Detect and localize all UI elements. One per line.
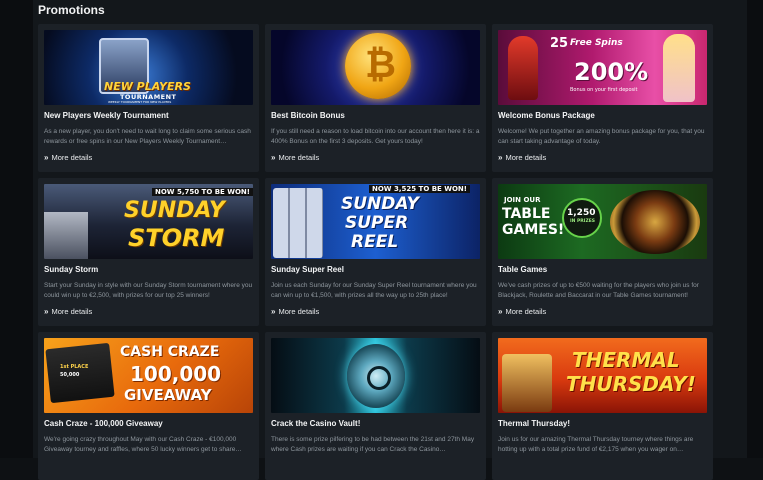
promotion-banner-sunday-storm[interactable]: NOW 5,750 TO BE WON! SUNDAY STORM [44,184,253,259]
devil-character-graphic [508,36,538,100]
banner-bonus-caption: Bonus on your first deposit [570,87,638,93]
promotion-description: We've cash prizes of up to €500 waiting … [498,282,699,299]
banner-subtitle: STORM [128,224,225,252]
angel-character-graphic [663,34,695,102]
promotion-description: Start your Sunday in style with our Sund… [44,282,253,299]
more-details-link[interactable]: » More details [44,153,92,162]
promotion-description: If you still need a reason to load bitco… [271,128,480,145]
slot-reels-graphic [273,188,323,258]
banner-prize-label: IN PRIZES [570,219,596,224]
promotion-banner-sunday-super-reel[interactable]: NOW 3,525 TO BE WON! SUNDAY SUPER REEL [271,184,480,259]
banner-subtitle: GIVEAWAY [124,386,212,404]
double-chevron-right-icon: » [271,153,276,162]
promotion-description: Join us each Sunday for our Sunday Super… [271,282,477,299]
slot-machine-graphic [502,354,552,412]
banner-prize-amount: 1,250 [567,208,596,218]
promotion-banner-table-games[interactable]: JOIN OUR TABLE GAMES! 1,250 IN PRIZES [498,184,707,259]
promotion-description: There is some prize pilfering to be had … [271,436,475,453]
banner-spins-count: 25 [550,36,569,51]
promotion-card-sunday-super-reel[interactable]: NOW 3,525 TO BE WON! SUNDAY SUPER REEL S… [265,178,486,326]
double-chevron-right-icon: » [498,153,503,162]
promotion-card-new-players[interactable]: NEW PLAYERS TOURNAMENT WEEKLY TOURNAMENT… [38,24,259,172]
vault-dial-icon [367,366,391,390]
promotion-description: Welcome! We put together an amazing bonu… [498,128,705,145]
promotion-description: Join us for our amazing Thermal Thursday… [498,436,694,453]
scrollbar-track[interactable] [747,0,763,458]
banner-bonus-percent: 200% [574,58,649,86]
slot-machine-graphic [44,212,88,259]
promotion-card-welcome-bonus[interactable]: 25 Free Spins 200% Bonus on your first d… [492,24,713,172]
banner-subtitle: GAMES! [502,222,565,238]
promotion-description: As a new player, you don't need to wait … [44,128,251,145]
banner-first-place-label: 1st PLACE [60,364,89,370]
promotion-title: Sunday Super Reel [271,265,344,274]
left-margin [0,0,33,458]
banner-prize-pool: NOW 3,525 TO BE WON! [369,185,470,193]
promotion-card-bitcoin[interactable]: ₿ Best Bitcoin Bonus If you still need a… [265,24,486,172]
promotion-title: Best Bitcoin Bonus [271,111,345,120]
promotion-banner-cash-craze[interactable]: 1st PLACE 50,000 CASH CRAZE 100,000 GIVE… [44,338,253,413]
banner-amount: 100,000 [130,362,222,386]
tablet-graphic [45,342,115,404]
promotion-banner-bitcoin[interactable]: ₿ [271,30,480,105]
promotion-banner-welcome-bonus[interactable]: 25 Free Spins 200% Bonus on your first d… [498,30,707,105]
promotion-banner-casino-vault[interactable] [271,338,480,413]
more-details-link[interactable]: » More details [498,153,546,162]
promotion-title: New Players Weekly Tournament [44,111,169,120]
banner-subtitle: SUPER [345,213,409,233]
banner-tagline: WEEKLY TOURNAMENT FOR NEW PLAYERS [108,100,172,104]
page-title: Promotions [38,3,105,17]
prize-badge [562,198,602,238]
promotion-card-table-games[interactable]: JOIN OUR TABLE GAMES! 1,250 IN PRIZES Ta… [492,178,713,326]
banner-headline: THERMAL [572,348,680,372]
promotion-banner-thermal-thursday[interactable]: THERMAL THURSDAY! [498,338,707,413]
promotion-card-sunday-storm[interactable]: NOW 5,750 TO BE WON! SUNDAY STORM Sunday… [38,178,259,326]
promotion-banner-new-players[interactable]: NEW PLAYERS TOURNAMENT WEEKLY TOURNAMENT… [44,30,253,105]
double-chevron-right-icon: » [44,307,49,316]
more-details-link[interactable]: » More details [44,307,92,316]
banner-headline: TABLE [502,206,551,222]
promotion-title: Thermal Thursday! [498,419,571,428]
banner-first-place-amount: 50,000 [60,372,80,378]
banner-prize-pool: NOW 5,750 TO BE WON! [152,188,253,196]
banner-spins-label: Free Spins [570,38,623,48]
banner-intro: JOIN OUR [504,196,541,204]
double-chevron-right-icon: » [498,307,503,316]
roulette-wheel-graphic [610,190,700,254]
banner-subtitle-2: REEL [351,232,399,252]
double-chevron-right-icon: » [271,307,276,316]
more-details-link[interactable]: » More details [498,307,546,316]
banner-headline: SUNDAY [124,198,225,223]
bitcoin-icon: ₿ [365,42,396,86]
banner-headline: CASH CRAZE [120,344,220,360]
banner-headline: SUNDAY [341,194,419,214]
promotion-title: Crack the Casino Vault! [271,419,361,428]
double-chevron-right-icon: » [44,153,49,162]
promotion-title: Cash Craze - 100,000 Giveaway [44,419,163,428]
more-details-link[interactable]: » More details [271,307,319,316]
banner-subtitle: THURSDAY! [566,372,696,396]
banner-headline: NEW PLAYERS [104,80,191,93]
promotion-description: We're going crazy throughout May with ou… [44,436,242,453]
more-details-link[interactable]: » More details [271,153,319,162]
promotion-title: Sunday Storm [44,265,99,274]
promotion-title: Table Games [498,265,548,274]
promotion-title: Welcome Bonus Package [498,111,595,120]
